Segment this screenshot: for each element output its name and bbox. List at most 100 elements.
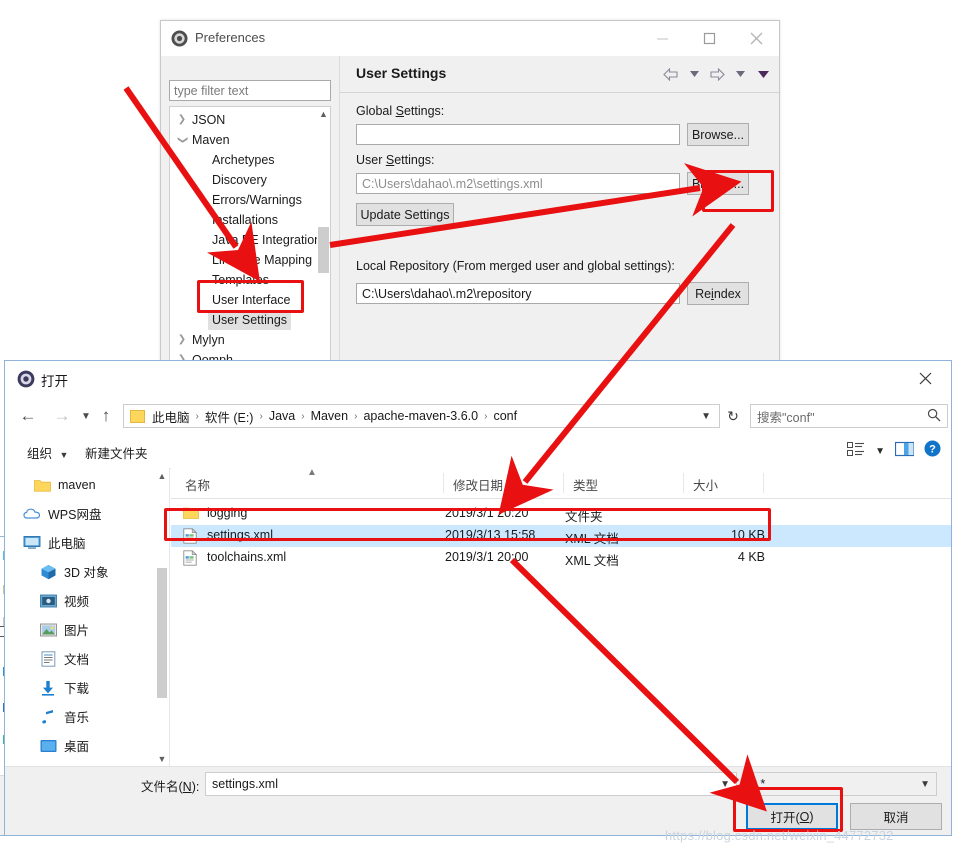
reindex-button[interactable]: Re i ndex — [687, 282, 749, 305]
downloads-icon — [39, 679, 57, 697]
preview-pane-icon[interactable] — [894, 441, 915, 462]
chevron-down-icon[interactable]: ▼ — [875, 446, 885, 457]
refresh-icon[interactable]: ↻ — [721, 404, 745, 428]
preferences-tree[interactable]: ❯ JSON ❯ Maven Archetypes Discovery Errors/War… — [169, 106, 331, 364]
breadcrumb-item[interactable]: apache-maven-3.6.0 — [361, 409, 480, 423]
breadcrumb-separator: › — [301, 410, 305, 422]
nav-item-3[interactable]: 3D 对象 — [23, 557, 153, 586]
filename-label: 文件名(N): — [141, 780, 200, 794]
global-settings-input[interactable] — [356, 124, 680, 145]
forward-arrow-icon[interactable] — [707, 64, 727, 84]
tree-item-java-ee-integration[interactable]: Java EE Integration — [170, 230, 321, 250]
scroll-up-icon[interactable]: ▲ — [155, 468, 169, 484]
tree-item-templates[interactable]: Templates — [170, 270, 316, 290]
cancel-button[interactable]: 取消 — [850, 803, 942, 830]
tree-item-discovery[interactable]: Discovery — [170, 170, 316, 190]
tree-item-user-settings[interactable]: User Settings — [170, 310, 316, 330]
nav-item-6[interactable]: 文档 — [23, 644, 153, 673]
file-row[interactable]: toolchains.xml 2019/3/1 20:00 XML 文档 4 KB — [171, 547, 951, 569]
user-settings-browse-button[interactable]: Browse... — [687, 172, 749, 195]
organize-button[interactable]: 组织 ▼ — [27, 443, 68, 462]
forward-dropdown-icon[interactable] — [730, 64, 750, 84]
breadcrumb-item[interactable]: Maven — [309, 409, 351, 423]
tree-item-installations[interactable]: Installations — [170, 210, 316, 230]
breadcrumb-item[interactable]: 此电脑 — [150, 407, 192, 426]
scroll-up-icon[interactable]: ▲ — [317, 107, 330, 121]
breadcrumb-separator: › — [195, 410, 199, 422]
column-header-type[interactable]: 类型 — [565, 475, 598, 494]
filetype-select[interactable]: *.* ▼ — [745, 772, 937, 796]
nav-item-0[interactable]: maven — [23, 470, 153, 499]
filter-input[interactable]: type filter text — [169, 80, 331, 101]
nav-item-1[interactable]: WPS网盘 — [23, 499, 153, 528]
navpane-scrollbar[interactable]: ▲ ▼ — [155, 468, 169, 767]
tree-item-mylyn[interactable]: ❯ Mylyn — [170, 330, 316, 350]
nav-item-9[interactable]: 桌面 — [23, 731, 153, 760]
forward-icon[interactable]: → — [49, 403, 75, 429]
chevron-down-icon[interactable]: ▼ — [920, 779, 930, 790]
scroll-down-icon[interactable]: ▼ — [155, 751, 169, 767]
local-repository-input[interactable]: C:\Users\dahao\.m2\repository — [356, 283, 680, 304]
file-name: settings.xml — [207, 528, 273, 542]
view-menu-icon[interactable] — [753, 64, 773, 84]
file-row[interactable]: settings.xml 2019/3/13 15:58 XML 文档 10 KB — [171, 525, 951, 547]
scrollbar-thumb[interactable] — [157, 568, 167, 698]
update-settings-button[interactable]: Update Settings — [356, 203, 454, 226]
nav-item-2[interactable]: 此电脑 — [23, 528, 153, 557]
file-list[interactable]: 名称 ▲ 修改日期 类型 大小 logging 2019/3/1 20:20 文件夹… — [171, 467, 951, 767]
nav-item-7[interactable]: 下载 — [23, 673, 153, 702]
nav-item-5[interactable]: 图片 — [23, 615, 153, 644]
tree-item-errors-warnings[interactable]: Errors/Warnings — [170, 190, 316, 210]
back-icon[interactable]: ← — [15, 403, 41, 429]
minimize-icon[interactable] — [639, 21, 685, 55]
chevron-right-icon[interactable]: ❯ — [176, 330, 188, 350]
filename-value: settings.xml — [212, 777, 278, 791]
column-header-date[interactable]: 修改日期 — [445, 475, 503, 494]
filename-input[interactable]: settings.xml ▼ — [205, 772, 737, 796]
help-icon[interactable]: ? — [924, 440, 941, 462]
tree-item-label: User Interface — [212, 293, 291, 307]
global-browse-button[interactable]: Browse... — [687, 123, 749, 146]
search-input[interactable]: 搜索"conf" — [750, 404, 948, 428]
scrollbar-thumb[interactable] — [318, 227, 329, 273]
address-breadcrumb-bar[interactable]: 此电脑 › 软件 (E:) › Java › Maven › apache-maven-3.6.… — [123, 404, 720, 428]
tree-item-json[interactable]: ❯ JSON — [170, 110, 316, 130]
column-header-name[interactable]: 名称 — [177, 475, 210, 494]
back-dropdown-icon[interactable] — [684, 64, 704, 84]
breadcrumb-item[interactable]: 软件 (E:) — [203, 407, 256, 426]
maximize-icon[interactable] — [686, 21, 732, 55]
close-icon[interactable] — [905, 361, 945, 395]
preferences-title: Preferences — [195, 30, 266, 45]
file-name: logging — [207, 506, 248, 520]
chevron-right-icon[interactable]: ❯ — [176, 110, 188, 130]
new-folder-button[interactable]: 新建文件夹 — [85, 443, 148, 462]
file-dialog-footer: 文件名(N): settings.xml ▼ *.* ▼ 打开(O) 取消 — [5, 766, 951, 835]
back-arrow-icon[interactable] — [661, 64, 681, 84]
column-header-size[interactable]: 大小 — [685, 475, 718, 494]
open-file-dialog: 打开 ← → ▼ ↑ 此电脑 › 软件 (E:) › Java › Maven › apache… — [4, 360, 952, 836]
nav-item-8[interactable]: 音乐 — [23, 702, 153, 731]
navigation-pane[interactable]: mavenWPS网盘此电脑3D 对象视频图片文档下载音乐桌面系统 (C:)系统 … — [5, 468, 170, 767]
breadcrumb-item[interactable]: conf — [491, 409, 519, 423]
tree-item-archetypes[interactable]: Archetypes — [170, 150, 316, 170]
tree-item-label: User Settings — [208, 310, 292, 330]
eclipse-open-icon — [17, 370, 35, 388]
tree-item-label: Archetypes — [212, 153, 275, 167]
tree-scrollbar[interactable]: ▲ — [317, 107, 330, 364]
documents-icon — [39, 650, 57, 668]
chevron-down-icon[interactable]: ❯ — [172, 134, 192, 146]
file-row[interactable]: logging 2019/3/1 20:20 文件夹 — [171, 503, 951, 525]
close-icon[interactable] — [733, 21, 779, 55]
open-button[interactable]: 打开(O) — [746, 803, 838, 830]
breadcrumb-item[interactable]: Java — [267, 409, 297, 423]
chevron-down-icon[interactable]: ▼ — [693, 411, 719, 422]
chevron-down-icon[interactable]: ▼ — [720, 779, 730, 790]
user-settings-input[interactable]: C:\Users\dahao\.m2\settings.xml — [356, 173, 680, 194]
folder-icon — [183, 506, 199, 522]
tree-item-user-interface[interactable]: User Interface — [170, 290, 316, 310]
up-icon[interactable]: ↑ — [93, 403, 119, 429]
tree-item-maven[interactable]: ❯ Maven — [170, 130, 316, 150]
tree-item-lifecycle-mapping[interactable]: Lifecycle Mapping — [170, 250, 316, 270]
view-list-icon[interactable] — [847, 441, 865, 462]
nav-item-4[interactable]: 视频 — [23, 586, 153, 615]
